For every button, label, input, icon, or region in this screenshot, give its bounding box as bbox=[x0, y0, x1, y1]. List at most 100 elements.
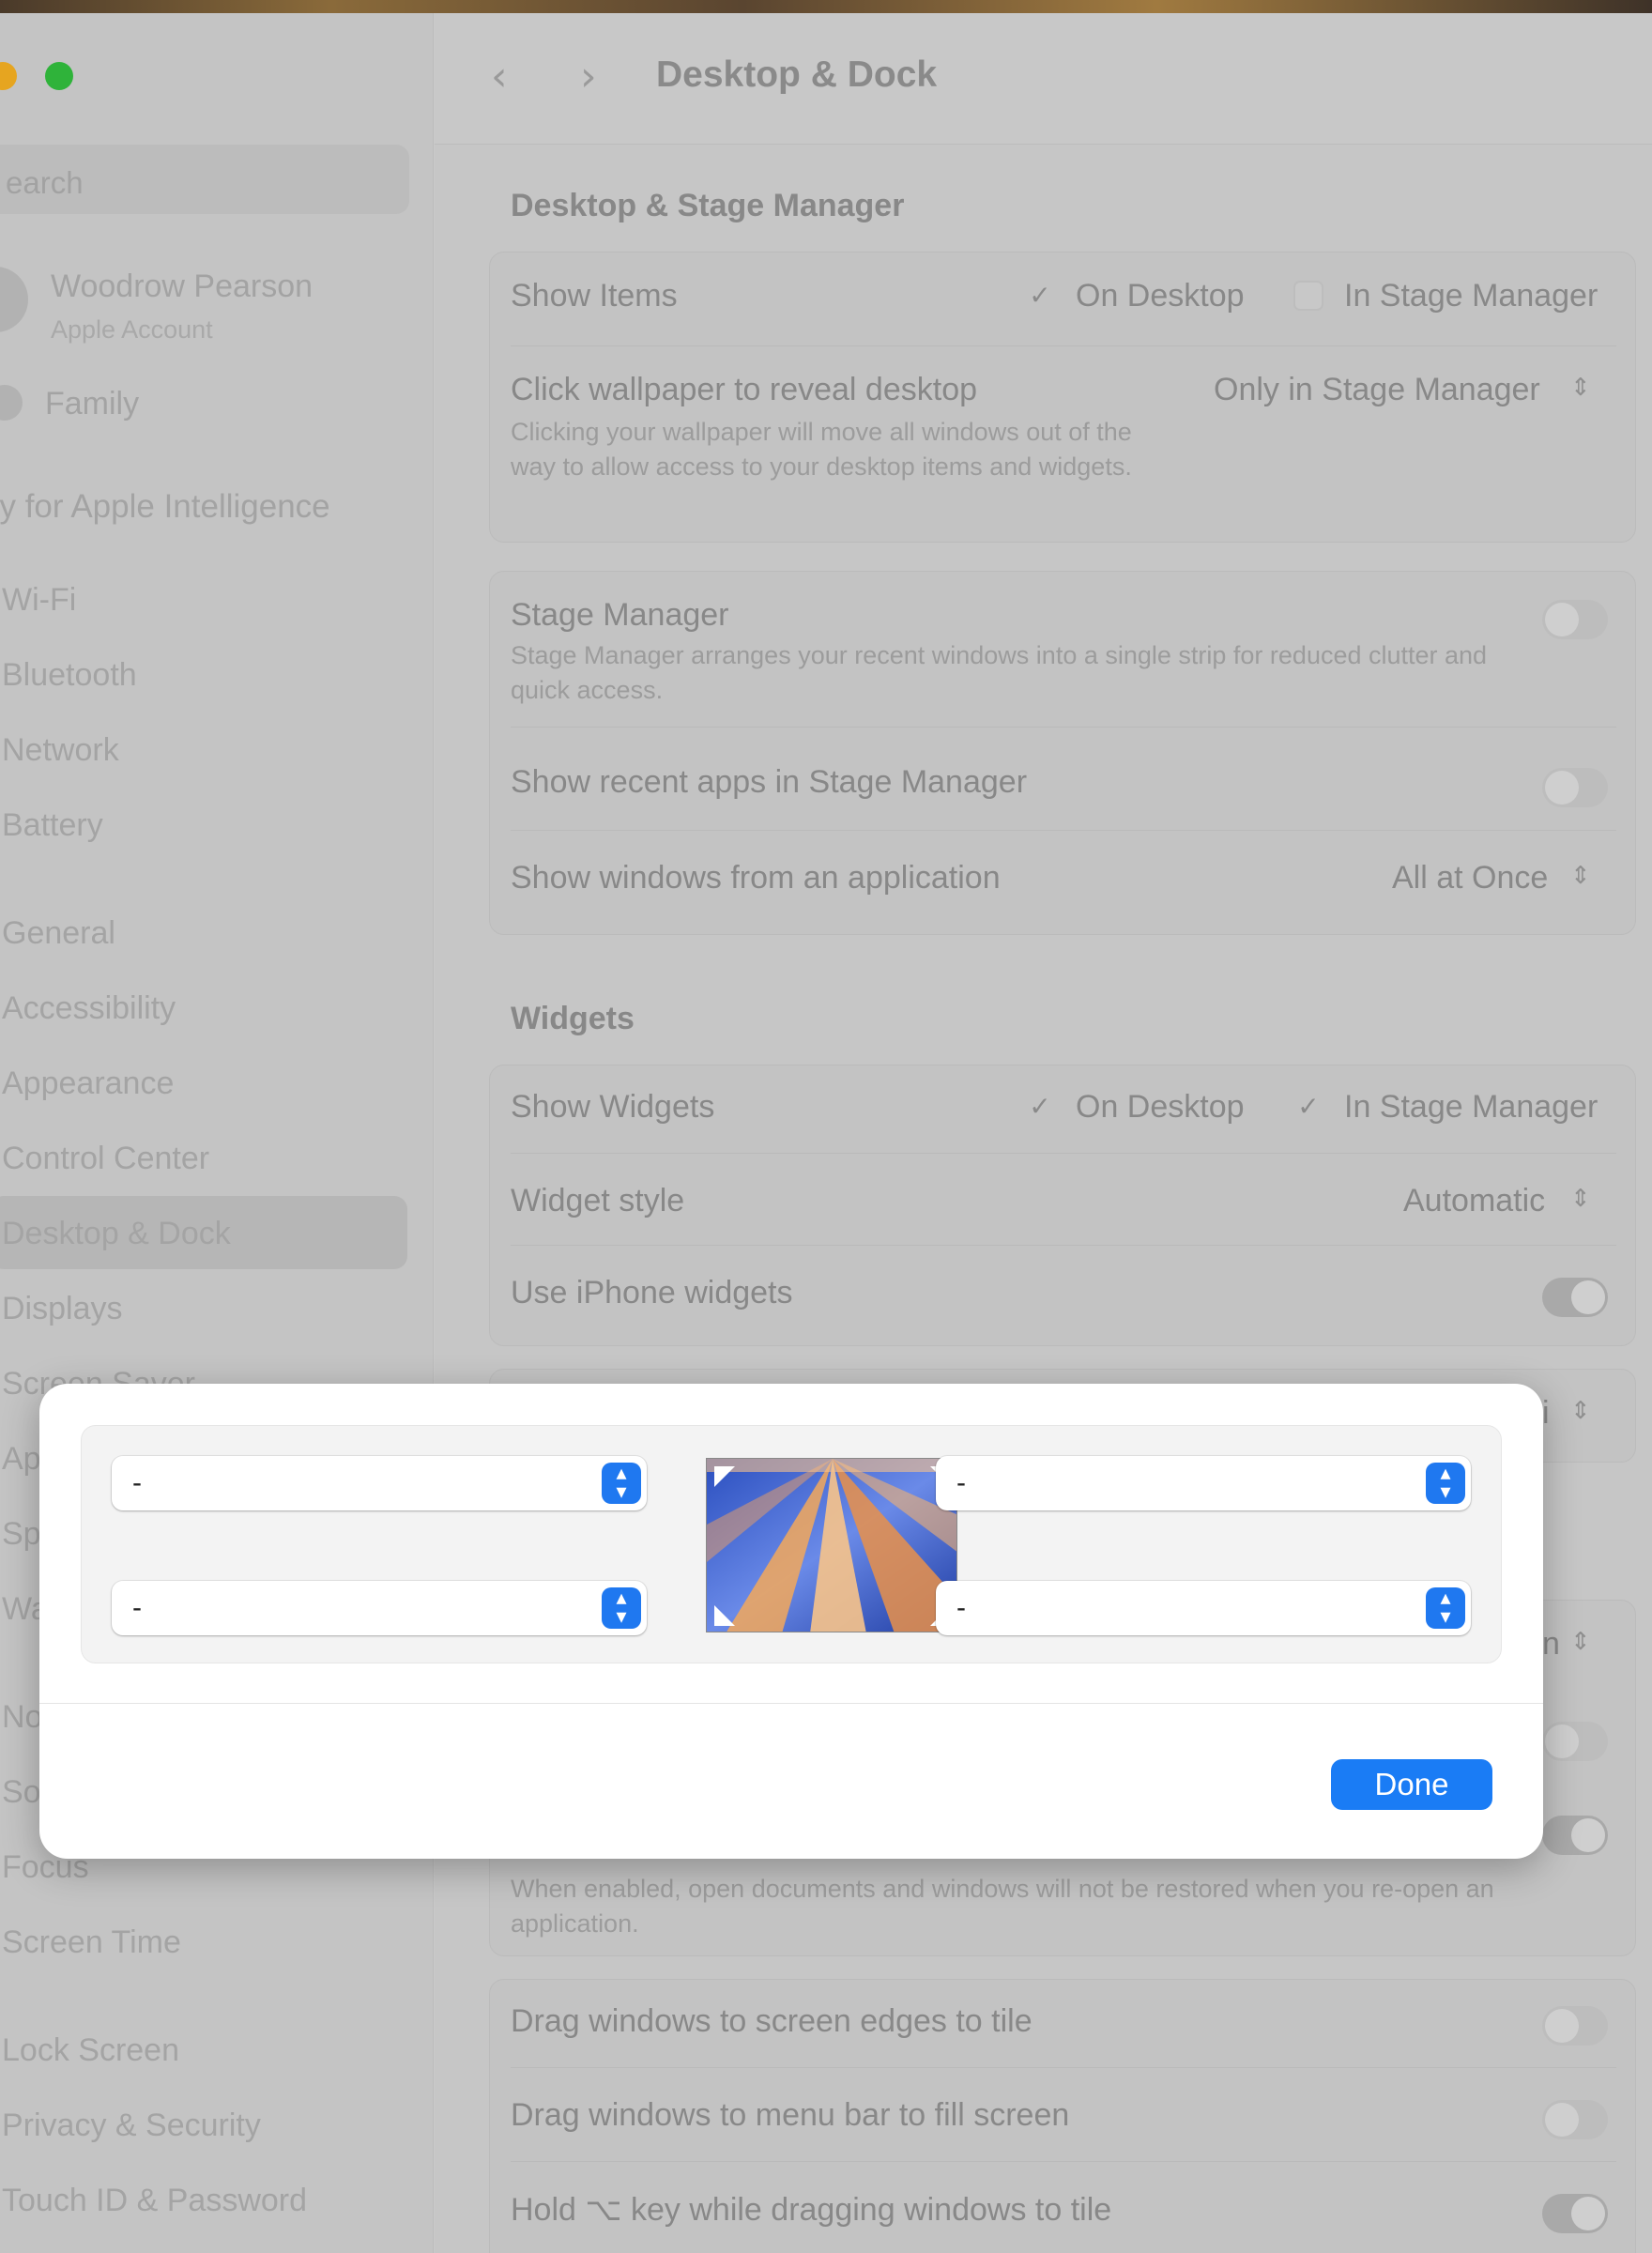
partial-popup-value[interactable]: i bbox=[1542, 1395, 1550, 1432]
avatar[interactable] bbox=[0, 267, 28, 332]
sidebar-item-apple-intelligence[interactable]: dy for Apple Intelligence bbox=[0, 488, 330, 526]
divider bbox=[511, 1245, 1616, 1246]
title-bar: ‹ › Desktop & Dock bbox=[435, 13, 1652, 145]
divider bbox=[511, 2067, 1616, 2068]
drag-edges-label: Drag windows to screen edges to tile bbox=[511, 2003, 1032, 2039]
sidebar-item-battery[interactable]: Battery bbox=[2, 807, 103, 844]
sidebar-item-accessibility[interactable]: Accessibility bbox=[2, 990, 176, 1027]
show-items-label: Show Items bbox=[511, 278, 678, 314]
top-right-corner-popup[interactable]: - ▴ ▾ bbox=[936, 1456, 1471, 1510]
dialog-divider bbox=[39, 1703, 1543, 1704]
divider bbox=[511, 830, 1616, 831]
top-left-corner-popup[interactable]: - ▴ ▾ bbox=[112, 1456, 647, 1510]
page-title: Desktop & Dock bbox=[656, 54, 938, 95]
stage-manager-toggle[interactable] bbox=[1542, 600, 1608, 639]
top-right-corner-value: - bbox=[956, 1467, 966, 1498]
account-name[interactable]: Woodrow Pearson bbox=[51, 268, 313, 305]
back-icon[interactable]: ‹ bbox=[491, 53, 508, 100]
widget-style-label: Widget style bbox=[511, 1183, 685, 1218]
drag-menubar-label: Drag windows to menu bar to fill screen bbox=[511, 2097, 1070, 2133]
zoom-button[interactable] bbox=[45, 62, 73, 90]
drag-menubar-toggle[interactable] bbox=[1542, 2100, 1608, 2139]
sidebar-item-touch-id[interactable]: Touch ID & Password bbox=[2, 2183, 307, 2219]
sidebar-item-privacy-security[interactable]: Privacy & Security bbox=[2, 2107, 261, 2144]
show-widgets-stage-manager-checkbox[interactable]: ✓ bbox=[1293, 1092, 1323, 1122]
sidebar-item-screen-time[interactable]: Screen Time bbox=[2, 1924, 181, 1961]
close-windows-toggle[interactable] bbox=[1542, 1722, 1608, 1761]
show-recent-apps-toggle[interactable] bbox=[1542, 768, 1608, 807]
drag-edges-toggle[interactable] bbox=[1542, 2006, 1608, 2046]
stepper-arrows-icon: ▴ ▾ bbox=[602, 1463, 641, 1504]
sidebar-item-bluetooth[interactable]: Bluetooth bbox=[2, 657, 137, 694]
chevron-updown-icon[interactable]: ⇕ bbox=[1570, 862, 1591, 890]
top-left-corner-value: - bbox=[132, 1467, 142, 1498]
main-pane: ‹ › Desktop & Dock Desktop & Stage Manag… bbox=[435, 13, 1652, 2253]
show-widgets-on-desktop-label[interactable]: On Desktop bbox=[1076, 1089, 1245, 1126]
minimize-button[interactable] bbox=[0, 62, 17, 90]
chevron-updown-icon[interactable]: ⇕ bbox=[1570, 1397, 1591, 1425]
widget-style-popup[interactable]: Automatic bbox=[1403, 1183, 1545, 1219]
sidebar-item-no[interactable]: No bbox=[2, 1699, 42, 1736]
show-items-on-desktop-label[interactable]: On Desktop bbox=[1076, 278, 1245, 314]
bottom-left-corner-popup[interactable]: - ▴ ▾ bbox=[112, 1581, 647, 1635]
show-items-on-desktop-checkbox[interactable]: ✓ bbox=[1025, 281, 1055, 311]
family-icon bbox=[0, 385, 23, 421]
chevron-updown-icon[interactable]: ⇕ bbox=[1570, 1628, 1591, 1656]
show-widgets-stage-manager-label[interactable]: In Stage Manager bbox=[1344, 1089, 1598, 1126]
sidebar-item-family[interactable]: Family bbox=[45, 386, 139, 422]
show-items-stage-manager-checkbox[interactable] bbox=[1293, 281, 1323, 311]
stage-manager-label: Stage Manager bbox=[511, 597, 729, 633]
hot-corners-dialog: - ▴ ▾ - ▴ ▾ - ▴ ▾ - ▴ ▾ Done bbox=[39, 1384, 1543, 1859]
click-wallpaper-popup[interactable]: Only in Stage Manager bbox=[1214, 372, 1540, 408]
divider bbox=[511, 345, 1616, 346]
show-windows-label: Show windows from an application bbox=[511, 860, 1001, 896]
sidebar-item-network[interactable]: Network bbox=[2, 732, 119, 769]
divider bbox=[511, 727, 1616, 728]
sidebar-item-desktop-dock[interactable]: Desktop & Dock bbox=[2, 1216, 231, 1252]
search-placeholder: earch bbox=[6, 165, 84, 200]
stepper-arrows-icon: ▴ ▾ bbox=[1426, 1463, 1465, 1504]
sidebar-item-appearance[interactable]: Appearance bbox=[2, 1065, 174, 1102]
sidebar-item-wifi[interactable]: Wi-Fi bbox=[2, 582, 76, 619]
divider bbox=[511, 1153, 1616, 1154]
section-title-widgets: Widgets bbox=[511, 1001, 635, 1036]
hold-key-label: Hold ⌥ key while dragging windows to til… bbox=[511, 2192, 1112, 2228]
account-subtitle: Apple Account bbox=[51, 315, 213, 344]
show-recent-apps-label: Show recent apps in Stage Manager bbox=[511, 764, 1028, 800]
sidebar-item-general[interactable]: General bbox=[2, 915, 115, 952]
show-windows-popup[interactable]: All at Once bbox=[1392, 860, 1548, 897]
sidebar-item-ap[interactable]: Ap bbox=[2, 1441, 41, 1478]
sidebar-item-sp[interactable]: Sp bbox=[2, 1516, 41, 1553]
click-wallpaper-description: Clicking your wallpaper will move all wi… bbox=[511, 418, 1132, 481]
bottom-left-corner-value: - bbox=[132, 1592, 142, 1623]
wallpaper-strip bbox=[0, 0, 1652, 13]
bottom-right-corner-popup[interactable]: - ▴ ▾ bbox=[936, 1581, 1471, 1635]
restore-windows-toggle[interactable] bbox=[1542, 1816, 1608, 1855]
search-field[interactable]: earch bbox=[0, 145, 409, 214]
stepper-arrows-icon: ▴ ▾ bbox=[1426, 1587, 1465, 1629]
sidebar-item-so[interactable]: So bbox=[2, 1774, 41, 1811]
show-widgets-on-desktop-checkbox[interactable]: ✓ bbox=[1025, 1092, 1055, 1122]
use-iphone-widgets-label: Use iPhone widgets bbox=[511, 1275, 793, 1310]
partial-popup-value[interactable]: n bbox=[1542, 1626, 1560, 1663]
chevron-updown-icon[interactable]: ⇕ bbox=[1570, 1185, 1591, 1213]
forward-icon[interactable]: › bbox=[580, 53, 597, 100]
section-title-desktop-stage: Desktop & Stage Manager bbox=[511, 188, 905, 223]
sidebar-item-lock-screen[interactable]: Lock Screen bbox=[2, 2032, 179, 2069]
settings-window: earch Woodrow Pearson Apple Account Fami… bbox=[0, 13, 1652, 2253]
show-items-stage-manager-label[interactable]: In Stage Manager bbox=[1344, 278, 1598, 314]
sidebar-item-displays[interactable]: Displays bbox=[2, 1291, 122, 1327]
chevron-updown-icon[interactable]: ⇕ bbox=[1570, 374, 1591, 402]
hold-key-toggle[interactable] bbox=[1542, 2194, 1608, 2233]
restore-description: When enabled, open documents and windows… bbox=[511, 1875, 1494, 1938]
bottom-right-corner-value: - bbox=[956, 1592, 966, 1623]
sidebar: earch Woodrow Pearson Apple Account Fami… bbox=[0, 13, 434, 2253]
stepper-arrows-icon: ▴ ▾ bbox=[602, 1587, 641, 1629]
use-iphone-widgets-toggle[interactable] bbox=[1542, 1278, 1608, 1317]
hot-corners-panel: - ▴ ▾ - ▴ ▾ - ▴ ▾ - ▴ ▾ bbox=[81, 1425, 1502, 1663]
screen-preview-image bbox=[706, 1458, 957, 1632]
show-widgets-label: Show Widgets bbox=[511, 1089, 715, 1125]
sidebar-item-control-center[interactable]: Control Center bbox=[2, 1141, 209, 1177]
done-button[interactable]: Done bbox=[1331, 1759, 1492, 1810]
click-wallpaper-label: Click wallpaper to reveal desktop bbox=[511, 372, 978, 407]
